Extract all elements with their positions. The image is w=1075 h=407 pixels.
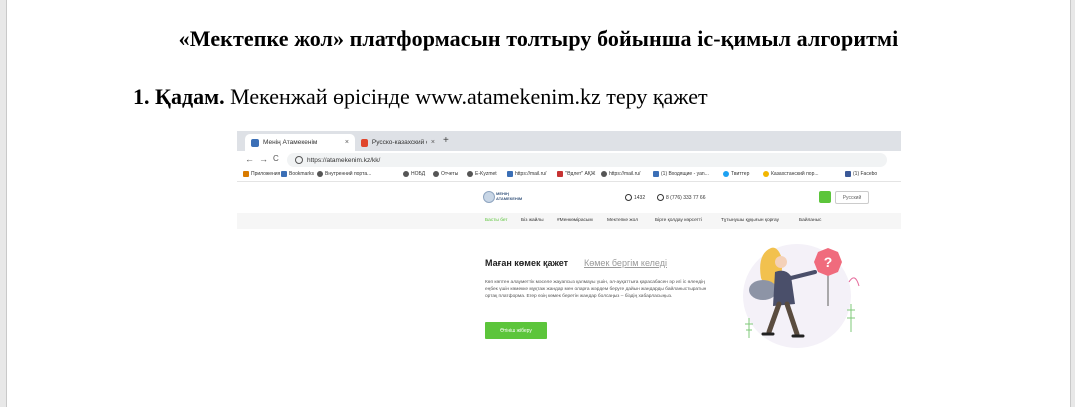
bookmark-item[interactable]: Bookmarks <box>281 171 314 177</box>
girl-with-question-sign-illustration: ? <box>743 244 860 348</box>
mail-icon <box>653 171 659 177</box>
language-select[interactable]: Русский <box>835 191 869 204</box>
tab-need-help[interactable]: Маған көмек қажет <box>485 258 568 268</box>
bag-icon <box>749 280 777 300</box>
site-logo-text[interactable]: МЕНІҢ АТАМЕКЕНІМ <box>496 191 522 201</box>
step-text: Мекенжай өрісінде www.atamekenim.kz теру… <box>224 84 708 109</box>
bookmark-item[interactable]: Твиттер <box>723 171 749 177</box>
swirl-line <box>848 277 860 287</box>
menu-item-support[interactable]: Біргe қолдау көрсетті <box>655 218 702 223</box>
menu-item-about[interactable]: Біз жайлы <box>521 218 544 223</box>
document-page: «Мектепке жол» платформасын толтыру бойы… <box>6 0 1071 407</box>
globe-icon <box>433 171 439 177</box>
apps-grid-icon <box>243 171 249 177</box>
browser-tab-bar: Менің Атамекенім × Русско-казахский онла… <box>237 131 901 151</box>
bookmark-item[interactable]: Казахстанский пор... <box>763 171 819 177</box>
bookmark-item[interactable]: Отчеты <box>433 171 458 177</box>
new-tab-button[interactable]: + <box>443 135 449 146</box>
send-request-button[interactable]: Өтініш жіберу <box>485 322 547 339</box>
facebook-icon <box>845 171 851 177</box>
menu-item-hashtag[interactable]: #Менкөмірасым <box>557 218 593 223</box>
bookmark-item[interactable]: https://mail.ru/ <box>601 171 640 177</box>
step-number: 1. Қадам. <box>133 84 225 109</box>
tab-want-to-help[interactable]: Көмек бергім келеді <box>584 258 667 268</box>
sun-icon <box>763 171 769 177</box>
menu-item-mektepke-zhol[interactable]: Мектепке жол <box>607 218 638 223</box>
twitter-bird-icon <box>723 171 729 177</box>
info-icon <box>295 156 303 164</box>
atamekenim-site: МЕНІҢ АТАМЕКЕНІМ 1432 8 (776) 333 77 66 Р… <box>237 182 901 353</box>
bookmark-item[interactable]: Приложения <box>243 171 280 177</box>
tab-label: Менің Атамекенім <box>263 139 318 146</box>
url-field[interactable]: https://atamekenim.kz/kk/ <box>287 153 887 167</box>
bookmark-item[interactable]: НОБД <box>403 171 425 177</box>
site-header: МЕНІҢ АТАМЕКЕНІМ 1432 8 (776) 333 77 66 Р… <box>237 182 901 213</box>
bookmarks-bar: Приложения Bookmarks Внутренний порта...… <box>237 169 901 182</box>
globe-icon <box>467 171 473 177</box>
back-arrow-icon[interactable]: ← <box>245 154 254 164</box>
step-1-line: 1. Қадам. Мекенжай өрісінде www.atameken… <box>133 84 708 110</box>
phone-icon <box>625 194 632 201</box>
whatsapp-phone[interactable]: 8 (776) 333 77 66 <box>657 194 705 201</box>
bookmark-item[interactable]: (1) Facebo <box>845 171 877 177</box>
globe-icon <box>403 171 409 177</box>
intro-paragraph: Көп көптен алауметтік мәселе жауапсыз қа… <box>485 280 707 299</box>
girl-head <box>775 256 787 268</box>
search-icon <box>557 171 563 177</box>
question-mark-icon: ? <box>824 254 833 270</box>
bookmark-item[interactable]: https://mail.ru/ <box>507 171 546 177</box>
globe-icon <box>317 171 323 177</box>
forward-arrow-icon[interactable]: → <box>259 154 268 164</box>
document-icon[interactable] <box>819 191 831 203</box>
tab-label: Русско-казахский онлайн-пере <box>371 139 427 146</box>
close-icon[interactable]: × <box>431 139 435 146</box>
translator-favicon-icon <box>361 138 368 147</box>
bookmark-item[interactable]: "Әдлет" АҚЖ <box>557 171 595 177</box>
atamekenim-favicon-icon <box>251 138 259 147</box>
browser-screenshot: Менің Атамекенім × Русско-казахский онла… <box>237 131 901 353</box>
star-icon <box>281 171 287 177</box>
short-phone[interactable]: 1432 <box>625 194 645 201</box>
site-nav-menu: Басты бет Біз жайлы #Менкөмірасым Мектеп… <box>237 213 901 229</box>
address-bar-row: ← → C https://atamekenim.kz/kk/ <box>237 151 901 170</box>
logo-emblem-icon[interactable] <box>483 191 495 203</box>
bookmark-item[interactable]: Внутренний порта... <box>317 171 371 177</box>
mail-icon <box>507 171 513 177</box>
bookmark-item[interactable]: (1) Входящие - yan... <box>653 171 709 177</box>
reload-icon[interactable]: C <box>273 154 279 163</box>
menu-item-contacts[interactable]: Байланыс <box>799 218 821 223</box>
whatsapp-icon <box>657 194 664 201</box>
close-icon[interactable]: × <box>345 139 349 146</box>
browser-tab-translator[interactable]: Русско-казахский онлайн-пере × <box>355 134 441 151</box>
browser-tab-atamekenim[interactable]: Менің Атамекенім × <box>245 134 355 151</box>
document-title: «Мектепке жол» платформасын толтыру бойы… <box>178 26 899 51</box>
url-text: https://atamekenim.kz/kk/ <box>307 156 381 164</box>
menu-item-consumer-rights[interactable]: Тұтынушы құқығын қорғау <box>721 218 779 223</box>
menu-item-home[interactable]: Басты бет <box>485 218 508 223</box>
bookmark-item[interactable]: E-Kyzmet <box>467 171 497 177</box>
globe-icon <box>601 171 607 177</box>
